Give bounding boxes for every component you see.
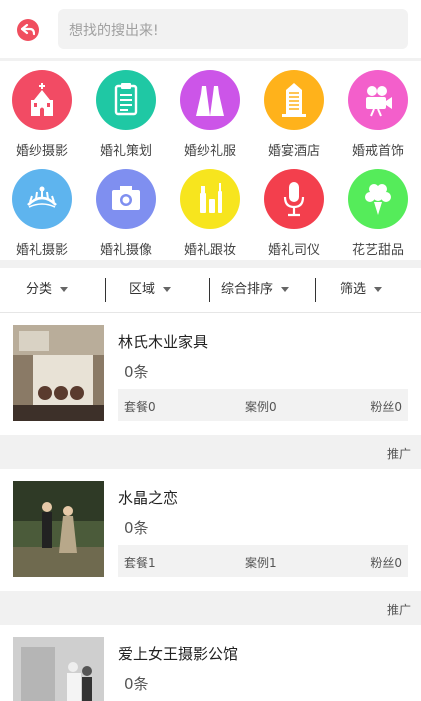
promo-label: 推广 [386,447,411,461]
category-label: 婚纱礼服 [183,144,236,159]
back-icon[interactable] [17,19,39,41]
filter-divider [209,278,210,302]
category-label: 婚宴酒店 [267,144,320,159]
vendor-count: 0条 [124,519,149,537]
filter-divider [105,278,106,302]
filter-screen[interactable]: 筛选 [340,268,383,312]
promo-bar: 推广 [0,435,421,469]
vendor-listing[interactable]: 林氏木业家具 0条 套餐0 案例0 粉丝0 [0,313,421,435]
vendor-name: 林氏木业家具 [118,333,209,351]
category-label: 婚礼摄像 [99,243,152,258]
promo-label: 推广 [386,603,411,617]
stat-packages: 套餐1 [124,556,156,570]
stat-cases: 案例0 [245,400,277,414]
category-wedding-host[interactable]: 婚礼司仪 [252,161,336,260]
category-wedding-photography[interactable]: 婚礼摄影 [0,161,84,260]
filter-category[interactable]: 分类 [26,268,69,312]
vendor-stats: 套餐1 案例1 粉丝0 [118,545,408,577]
category-wedding-dress[interactable]: 婚纱礼服 [168,62,252,161]
hotel-building-icon [264,70,324,130]
category-wedding-makeup[interactable]: 婚礼跟妆 [168,161,252,260]
stat-cases: 案例1 [245,556,277,570]
filter-divider [315,278,316,302]
filter-label: 分类 [26,282,53,297]
divider [0,58,421,61]
category-wedding-photo[interactable]: 婚纱摄影 [0,62,84,161]
category-label: 婚礼策划 [99,144,152,159]
category-wedding-ring[interactable]: 婚戒首饰 [336,62,420,161]
stat-fans: 粉丝0 [370,556,402,570]
chevron-down-icon [163,287,172,292]
filter-label: 综合排序 [221,282,274,297]
filter-sort[interactable]: 综合排序 [221,268,290,312]
search-placeholder: 想找的搜出来! [69,23,159,39]
category-wedding-planning[interactable]: 婚礼策划 [84,62,168,161]
search-input[interactable]: 想找的搜出来! [58,9,408,49]
camera-icon [96,169,156,229]
category-wedding-video[interactable]: 婚礼摄像 [84,161,168,260]
category-label: 花艺甜品 [351,243,404,258]
vendor-name: 水晶之恋 [118,489,179,507]
clipboard-icon [96,70,156,130]
vendor-name: 爱上女王摄影公馆 [118,645,239,663]
category-label: 婚戒首饰 [351,144,404,159]
church-icon [12,70,72,130]
camera-icon [348,70,408,130]
vendor-thumbnail [13,325,104,421]
vendor-listing[interactable]: 爱上女王摄影公馆 0条 [0,625,421,701]
microphone-icon [264,169,324,229]
chevron-down-icon [374,287,383,292]
chevron-down-icon [281,287,290,292]
stat-fans: 粉丝0 [370,400,402,414]
category-label: 婚纱摄影 [15,144,68,159]
category-grid: 婚纱摄影 婚礼策划 婚纱礼服 婚宴酒店 婚戒首饰 婚礼摄影 婚礼摄像 婚礼跟妆 … [0,62,421,260]
filter-label: 区域 [129,282,156,297]
category-label: 婚礼摄影 [15,243,68,258]
vendor-count: 0条 [124,675,149,693]
vendor-thumbnail [13,637,104,701]
chevron-down-icon [60,287,69,292]
crown-icon [12,169,72,229]
top-bar: 想找的搜出来! [0,0,421,58]
category-wedding-hotel[interactable]: 婚宴酒店 [252,62,336,161]
category-label: 婚礼司仪 [267,243,320,258]
bouquet-icon [348,169,408,229]
divider [0,260,421,268]
promo-bar: 推广 [0,591,421,625]
vendor-count: 0条 [124,363,149,381]
vendor-thumbnail [13,481,104,577]
dress-icon [180,70,240,130]
category-flowers-dessert[interactable]: 花艺甜品 [336,161,420,260]
category-label: 婚礼跟妆 [183,243,236,258]
makeup-icon [180,169,240,229]
vendor-stats: 套餐0 案例0 粉丝0 [118,389,408,421]
stat-packages: 套餐0 [124,400,156,414]
filter-label: 筛选 [340,282,367,297]
vendor-listing[interactable]: 水晶之恋 0条 套餐1 案例1 粉丝0 [0,469,421,591]
filter-bar: 分类 区域 综合排序 筛选 [0,268,421,313]
filter-region[interactable]: 区域 [129,268,172,312]
